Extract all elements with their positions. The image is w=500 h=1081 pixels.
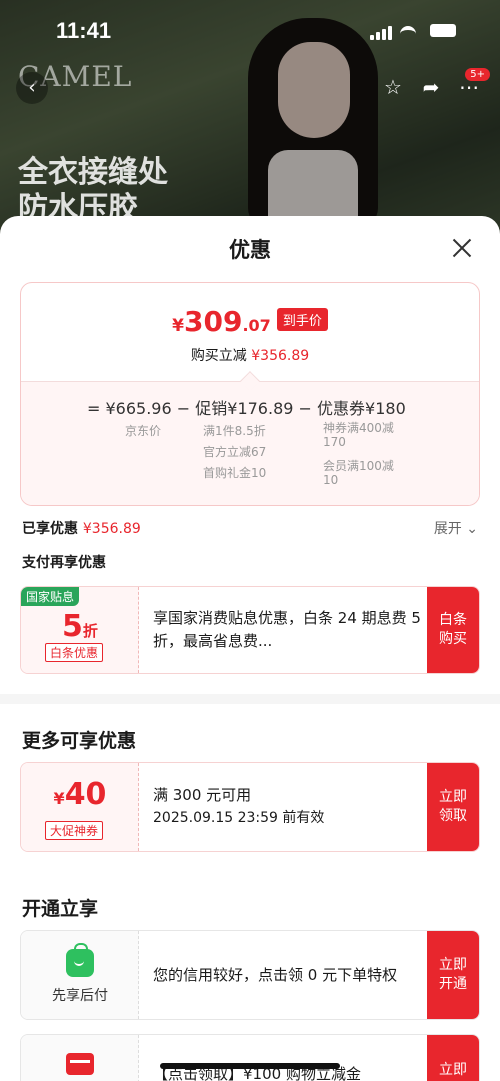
voucher-text: 满 300 元可用 2025.09.15 23:59 前有效: [153, 763, 427, 851]
claim-cash-button[interactable]: 立即: [427, 1035, 479, 1081]
credit-description: 您的信用较好，点击领 0 元下单特权: [153, 965, 398, 984]
expand-label: 展开: [433, 521, 462, 537]
cash-offer: 【点击领取】¥100 购物立减金 立即: [20, 1034, 480, 1081]
instant-discount: 购买立减 ¥356.89: [21, 345, 479, 365]
home-indicator: [160, 1063, 340, 1069]
currency-symbol: ¥: [53, 789, 65, 808]
message-badge: 5+: [465, 68, 490, 81]
section-divider: [0, 694, 500, 704]
promo-line-1: 全衣接缝处: [18, 155, 168, 190]
gov-subsidy-flag: 国家贴息: [21, 587, 80, 606]
battery-icon: [430, 24, 456, 37]
voucher-value: 40: [64, 777, 107, 812]
price-card: ¥309.07 到手价 购买立减 ¥356.89 = ¥665.96 − 促销¥1…: [20, 282, 480, 506]
more-discounts-title: 更多可享优惠: [22, 730, 137, 752]
credit-caption: 先享后付: [52, 988, 108, 1004]
voucher-coupon: ¥40 大促神券 满 300 元可用 2025.09.15 23:59 前有效 …: [20, 762, 480, 852]
promo-amount: 促销¥176.89: [195, 399, 294, 418]
status-time: 11:41: [56, 18, 112, 43]
sheet-title: 优惠: [229, 238, 271, 262]
final-price-tag: 到手价: [276, 308, 328, 331]
shopping-bag-icon: [66, 943, 94, 977]
signal-icon: [370, 26, 392, 40]
cash-text: 【点击领取】¥100 购物立减金: [153, 1035, 427, 1081]
open-credit-button[interactable]: 立即开通: [427, 931, 479, 1019]
chevron-down-icon: ⌄: [466, 521, 478, 537]
coupon-pill: 白条优惠: [45, 643, 104, 662]
instant-label: 购买立减: [190, 348, 247, 364]
applied-label: 已享优惠: [22, 521, 78, 537]
coupon-text[interactable]: 享国家消费贴息优惠，白条 24 期息费 5 折，最高省息费...: [153, 587, 427, 673]
applied-discount: 已享优惠 ¥356.89: [22, 518, 141, 538]
discount-value: 5折: [21, 609, 139, 644]
coupon-amount: 优惠券¥180: [317, 399, 406, 418]
coupon-details: 神券满400减170 会员满100减10: [323, 421, 403, 487]
equals-sign: =: [87, 399, 101, 418]
promo-detail: 官方立减67: [203, 445, 267, 459]
price-integer: 309: [184, 305, 243, 338]
credit-offer: 先享后付 您的信用较好，点击领 0 元下单特权 立即开通: [20, 930, 480, 1020]
credit-text: 您的信用较好，点击领 0 元下单特权: [153, 931, 427, 1019]
card-icon: [66, 1053, 94, 1075]
back-button[interactable]: ‹: [16, 72, 48, 104]
open-benefits-title: 开通立享: [22, 898, 99, 920]
expand-button[interactable]: 展开 ⌄: [434, 518, 478, 538]
base-price: ¥665.96: [105, 399, 172, 418]
baitiao-buy-button[interactable]: 白条购买: [427, 587, 479, 673]
voucher-amount: ¥40: [21, 777, 139, 812]
share-icon[interactable]: ➦: [418, 74, 444, 100]
promo-detail: 满1件8.5折: [203, 424, 266, 438]
promo-line-2: 防水压胶: [18, 191, 138, 226]
promo-detail: 首购礼金10: [203, 466, 267, 480]
coupon-detail: 神券满400减170: [323, 421, 394, 449]
subsidy-coupon: 国家贴息 5折 白条优惠 享国家消费贴息优惠，白条 24 期息费 5 折，最高省…: [20, 586, 480, 674]
star-icon[interactable]: ☆: [380, 74, 406, 100]
coupon-description: 享国家消费贴息优惠，白条 24 期息费 5 折，最高省息费...: [153, 609, 421, 650]
voucher-expiry: 2025.09.15 23:59 前有效: [153, 810, 325, 826]
discount-sheet: 优惠 ¥309.07 到手价 购买立减 ¥356.89 = ¥665.96 − 促…: [0, 216, 500, 1081]
cash-left: [21, 1035, 139, 1081]
claim-voucher-button[interactable]: 立即领取: [427, 763, 479, 851]
credit-left: 先享后付: [21, 931, 139, 1019]
currency-symbol: ¥: [172, 316, 185, 336]
pay-section-title: 支付再享优惠: [22, 555, 106, 571]
price-formula: = ¥665.96 − 促销¥176.89 − 优惠券¥180: [87, 395, 406, 419]
minus-sign: −: [176, 399, 191, 418]
coupon-left: 国家贴息 5折 白条优惠: [21, 587, 139, 673]
base-price-label: 京东价: [125, 424, 162, 438]
wifi-icon: [400, 26, 416, 38]
discount-unit: 折: [82, 622, 98, 640]
promo-text: 全衣接缝处 防水压胶: [18, 155, 168, 227]
coupon-left: ¥40 大促神券: [21, 763, 139, 851]
price-decimal: .07: [242, 316, 271, 335]
instant-value: ¥356.89: [251, 348, 310, 364]
coupon-pill: 大促神券: [45, 821, 104, 840]
discount-number: 5: [62, 609, 83, 644]
final-price: ¥309.07 到手价: [21, 305, 479, 338]
minus-sign: −: [298, 399, 312, 418]
close-icon[interactable]: [448, 234, 476, 262]
applied-value: ¥356.89: [82, 521, 141, 537]
voucher-condition: 满 300 元可用: [153, 786, 252, 804]
promo-details: 满1件8.5折 官方立减67 首购礼金10: [203, 421, 266, 484]
coupon-detail: 会员满100减10: [323, 459, 394, 487]
status-bar: 11:41: [0, 18, 500, 48]
